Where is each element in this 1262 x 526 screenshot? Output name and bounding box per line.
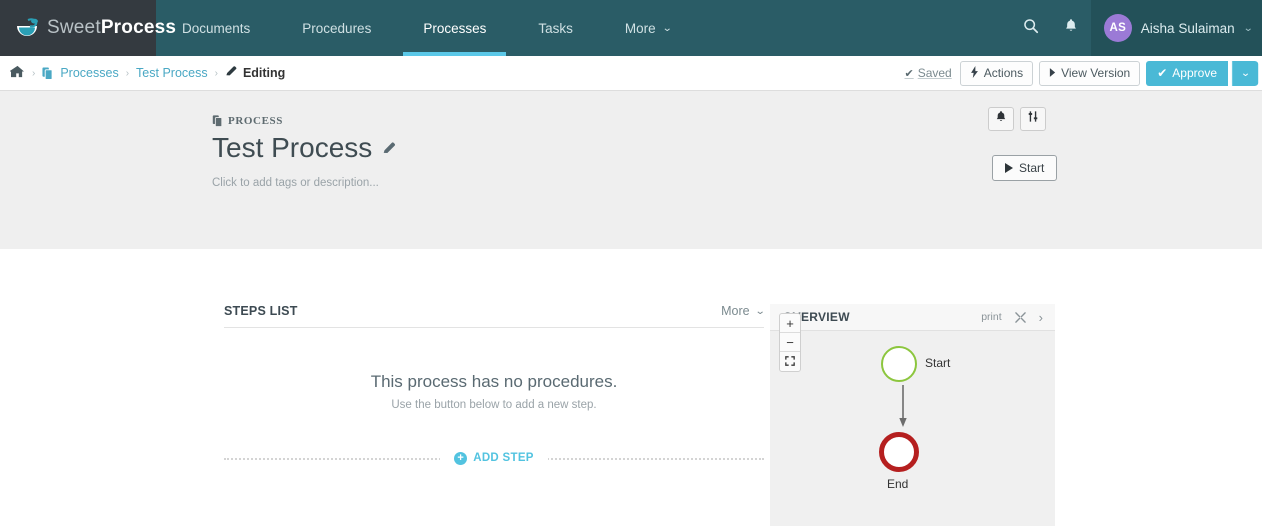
play-small-icon (1049, 66, 1056, 80)
user-menu[interactable]: AS Aisha Sulaiman ⌄ (1090, 0, 1262, 56)
steps-list-title: STEPS LIST (224, 304, 298, 318)
nav-tab-documents[interactable]: Documents (156, 0, 276, 56)
chevron-down-icon: ⌄ (754, 305, 766, 317)
saved-status-label: Saved (917, 66, 952, 80)
nav-tab-more-label: More (624, 20, 656, 36)
tags-description-placeholder[interactable]: Click to add tags or description... (212, 177, 1262, 189)
actions-button[interactable]: Actions (959, 60, 1034, 86)
sliders-icon (1027, 110, 1039, 128)
home-icon[interactable] (9, 65, 25, 81)
approve-button-label: Approve (1172, 66, 1217, 80)
pencil-icon (225, 65, 238, 81)
chevron-down-icon: ⌄ (1242, 22, 1254, 34)
breadcrumb: › Processes › Test Process › Editing (9, 65, 285, 81)
nav-tab-documents-label: Documents (182, 20, 251, 36)
brand-prefix: Sweet (47, 17, 101, 38)
documents-icon (42, 67, 53, 80)
breadcrumb-separator: › (125, 67, 130, 79)
steps-empty-subtitle: Use the button below to add a new step. (391, 399, 597, 411)
breadcrumb-item-test-process[interactable]: Test Process (136, 66, 208, 80)
overview-header: OVERVIEW print › (770, 304, 1055, 331)
saved-status: ✔ Saved (904, 66, 951, 80)
breadcrumb-separator: › (32, 67, 36, 79)
breadcrumb-item-editing: Editing (225, 65, 285, 81)
steps-empty-title: This process has no procedures. (370, 372, 618, 391)
diagram-node-start[interactable] (881, 346, 917, 382)
overview-panel: OVERVIEW print › + − Start End (770, 304, 1055, 526)
diagram-edge-start-to-end (898, 385, 908, 434)
print-button[interactable]: print (981, 311, 1001, 323)
nav-tab-tasks[interactable]: Tasks (512, 0, 599, 56)
chevron-right-icon[interactable]: › (1039, 310, 1043, 325)
diagram-node-end[interactable] (879, 432, 919, 472)
navbar-right: AS Aisha Sulaiman ⌄ (1011, 0, 1262, 56)
check-icon: ✔ (904, 67, 914, 80)
expand-icon[interactable] (1014, 311, 1026, 323)
notifications-button[interactable] (1051, 0, 1091, 56)
bell-icon (1064, 18, 1078, 38)
pencil-icon[interactable] (382, 141, 397, 156)
nav-tab-tasks-label: Tasks (538, 20, 573, 36)
user-name: Aisha Sulaiman (1140, 20, 1235, 36)
page-header-tools (988, 107, 1046, 131)
page-kicker: PROCESS (212, 115, 1262, 127)
play-icon (1005, 163, 1013, 173)
brand-logo-area[interactable]: SweetProcess (0, 0, 176, 56)
diagram-node-end-label: End (887, 477, 909, 491)
chevron-down-icon: ⌄ (1240, 67, 1251, 79)
sweetprocess-cup-logo-icon (14, 17, 40, 39)
start-button-label: Start (1019, 161, 1045, 175)
main-content: STEPS LIST More ⌄ This process has no pr… (0, 249, 1262, 526)
search-button[interactable] (1011, 0, 1051, 56)
settings-button[interactable] (1020, 107, 1046, 131)
steps-more-menu[interactable]: More ⌄ (721, 304, 766, 318)
approve-button[interactable]: ✔ Approve (1146, 60, 1228, 86)
approve-dropdown-toggle[interactable]: ⌄ (1231, 60, 1259, 86)
plus-circle-icon: + (454, 451, 468, 465)
check-icon: ✔ (1157, 66, 1168, 80)
page-header: PROCESS Test Process Click to add tags o… (0, 91, 1262, 249)
view-version-button[interactable]: View Version (1039, 60, 1141, 86)
breadcrumb-item-processes[interactable]: Processes (60, 66, 118, 80)
start-button[interactable]: Start (992, 155, 1058, 181)
page-kicker-label: PROCESS (228, 115, 283, 127)
actions-button-label: Actions (983, 66, 1024, 80)
nav-tab-more[interactable]: More ⌄ (599, 0, 697, 56)
nav-tab-processes-label: Processes (423, 20, 487, 36)
diagram-node-start-label: Start (925, 356, 951, 370)
process-flow-diagram: Start End (770, 331, 1055, 526)
breadcrumb-actions: ✔ Saved Actions View Version ✔ Approve ⌄ (904, 60, 1259, 86)
chevron-down-icon: ⌄ (661, 22, 673, 34)
bell-icon (995, 110, 1007, 128)
bolt-icon (970, 65, 979, 81)
steps-empty-state: This process has no procedures. Use the … (224, 328, 764, 411)
add-step-row: + ADD STEP (224, 445, 764, 471)
steps-list-panel: STEPS LIST More ⌄ This process has no pr… (224, 304, 766, 471)
avatar: AS (1103, 14, 1132, 42)
add-step-button[interactable]: + ADD STEP (440, 448, 548, 468)
view-version-button-label: View Version (1061, 66, 1131, 80)
overview-tools: print › (981, 310, 1043, 325)
add-step-button-label: ADD STEP (473, 452, 534, 464)
nav-tabs: Documents Procedures Processes Tasks Mor… (156, 0, 697, 56)
breadcrumb-bar: › Processes › Test Process › Editing ✔ S… (0, 56, 1262, 91)
nav-tab-procedures-label: Procedures (302, 20, 372, 36)
documents-icon (212, 115, 223, 127)
breadcrumb-item-editing-label: Editing (242, 66, 286, 80)
search-icon (1023, 18, 1039, 39)
steps-list-header: STEPS LIST More ⌄ (224, 304, 766, 328)
page-title: Test Process (212, 132, 1262, 164)
top-navbar: SweetProcess Documents Procedures Proces… (0, 0, 1262, 56)
subscribe-button[interactable] (988, 107, 1014, 131)
nav-tab-processes[interactable]: Processes (397, 0, 512, 56)
page-title-text: Test Process (212, 132, 373, 163)
breadcrumb-separator: › (214, 67, 218, 79)
nav-tab-procedures[interactable]: Procedures (276, 0, 397, 56)
steps-more-label: More (721, 304, 750, 318)
